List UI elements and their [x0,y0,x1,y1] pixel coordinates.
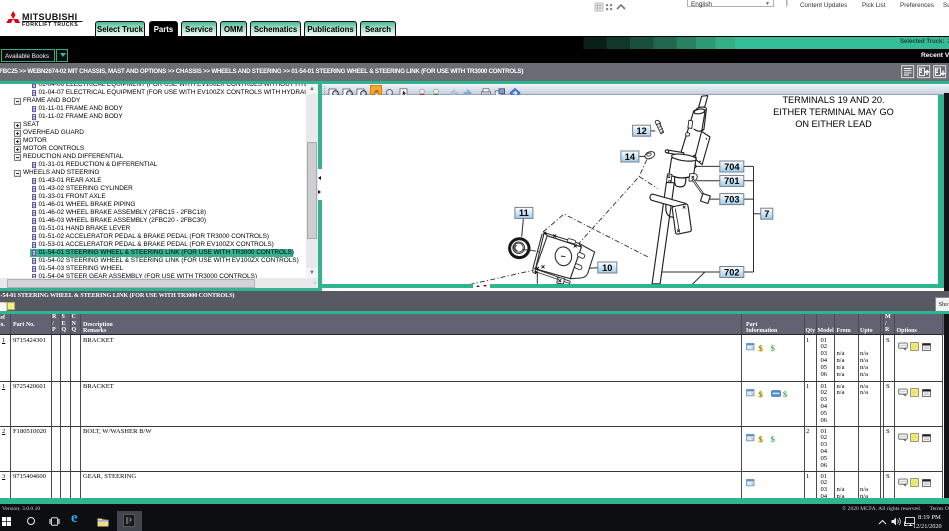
svg-text:FORKLIFT TRUCKS: FORKLIFT TRUCKS [22,22,78,26]
svg-text:701: 701 [724,176,739,186]
svg-text:MITSUBISHI: MITSUBISHI [22,12,78,22]
svg-text:12: 12 [636,126,646,136]
svg-text:10: 10 [602,263,612,273]
svg-text:EITHER TERMINAL MAY GO: EITHER TERMINAL MAY GO [773,107,894,117]
svg-text:704: 704 [724,162,740,172]
svg-text:702: 702 [724,267,739,277]
svg-text:TERMINALS 19 AND 20.: TERMINALS 19 AND 20. [782,95,884,105]
svg-text:11: 11 [519,208,529,218]
svg-text:ON EITHER LEAD: ON EITHER LEAD [795,119,872,129]
svg-text:14: 14 [625,152,636,162]
svg-text:703: 703 [724,194,739,204]
svg-text:7: 7 [764,209,769,219]
